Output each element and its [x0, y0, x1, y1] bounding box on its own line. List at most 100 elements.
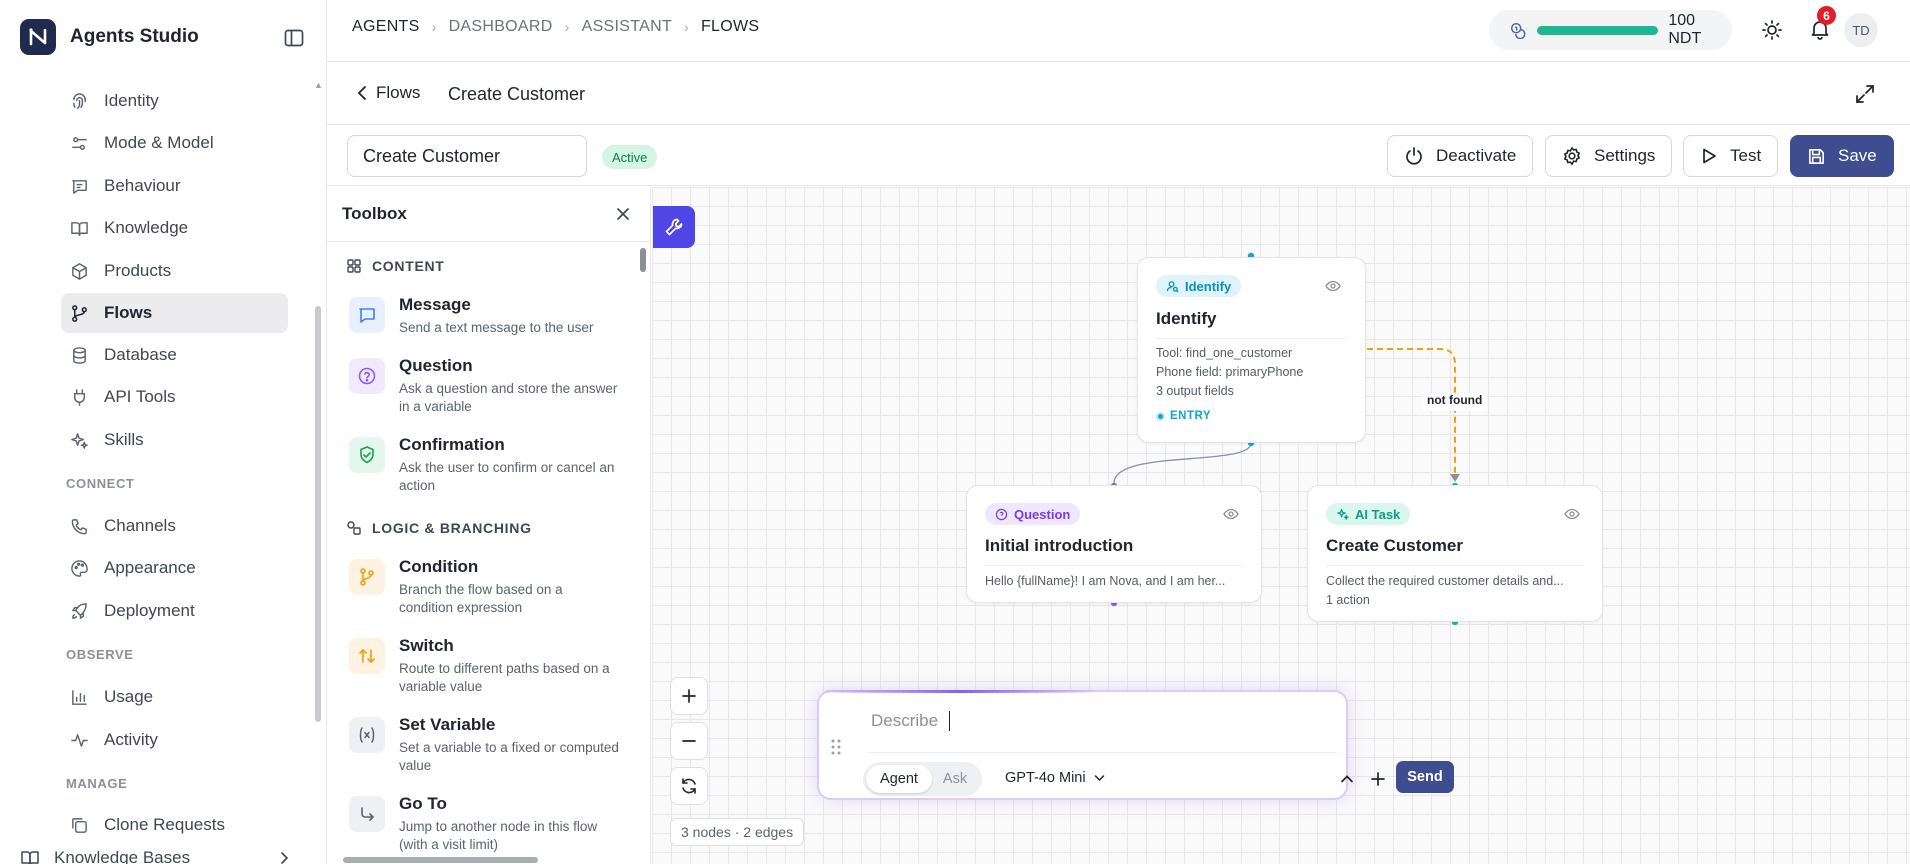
node-message-preview: Hello {fullName}! I am Nova, and I am he… [985, 574, 1226, 588]
chevron-up-icon[interactable] [1339, 771, 1355, 787]
sidebar-item-label: Flows [104, 303, 153, 322]
database-icon [70, 346, 89, 365]
breadcrumb-item-dashboard[interactable]: DASHBOARD [449, 18, 553, 36]
flow-canvas[interactable]: not found Identify Identify Tool: find_o… [652, 187, 1910, 864]
send-button[interactable]: Send [1396, 761, 1454, 793]
mode-ask-option[interactable]: Ask [932, 765, 978, 793]
fullscreen-expand-icon[interactable] [1854, 83, 1876, 105]
model-select[interactable]: GPT-4o Mini [1005, 770, 1105, 786]
credit-balance[interactable]: 100 NDT [1489, 10, 1732, 50]
toolbox-item-condition[interactable]: Condition Branch the flow based on a cond… [349, 557, 619, 617]
credit-amount: 100 NDT [1668, 12, 1702, 47]
flow-name-input[interactable] [347, 135, 587, 177]
toolbox-header: Toolbox [327, 186, 650, 242]
message-square-icon [349, 297, 385, 333]
sidebar-item-identity[interactable]: Identity [61, 81, 288, 121]
power-icon [1404, 146, 1424, 166]
drag-handle-icon[interactable] [830, 738, 842, 756]
node-prompt-preview: Collect the required customer details an… [1326, 574, 1564, 588]
node-title: Initial introduction [985, 536, 1134, 555]
breadcrumb-item-agents[interactable]: AGENTS [352, 18, 420, 36]
mode-toggle: Agent Ask [863, 762, 982, 796]
test-button[interactable]: Test [1683, 135, 1779, 177]
user-avatar[interactable]: TD [1844, 13, 1878, 47]
mode-agent-option[interactable]: Agent [866, 765, 932, 793]
toolbox-item-set-variable[interactable]: Set Variable Set a variable to a fixed or… [349, 715, 619, 775]
toolbox-item-name: Go To [399, 794, 447, 813]
phone-icon [70, 517, 89, 536]
sidebar-item-clone-requests[interactable]: Clone Requests [61, 805, 288, 845]
node-badge-label: Question [1014, 506, 1071, 522]
breadcrumb-separator-icon: › [684, 19, 689, 35]
eye-icon[interactable] [1564, 508, 1580, 520]
composer-glow [825, 690, 1095, 693]
sidebar-item-products[interactable]: Products [61, 251, 288, 291]
toolbox-scrollbar[interactable] [640, 248, 646, 272]
toolbox-item-switch[interactable]: Switch Route to different paths based on … [349, 636, 619, 696]
user-search-icon [1166, 280, 1179, 293]
flow-subheader: Flows Create Customer [327, 63, 1910, 125]
toolbox-item-confirmation[interactable]: Confirmation Ask the user to confirm or c… [349, 435, 619, 495]
fit-view-button[interactable] [670, 767, 708, 805]
toolbox-item-question[interactable]: Question Ask a question and store the ans… [349, 356, 619, 416]
chevron-right-icon [278, 851, 290, 864]
close-icon[interactable] [614, 205, 632, 223]
node-ai-task[interactable]: AI Task Create Customer Collect the requ… [1307, 485, 1603, 622]
sidebar-item-knowledge[interactable]: Knowledge [61, 208, 288, 248]
node-question[interactable]: Question Initial introduction Hello {ful… [966, 485, 1262, 603]
breadcrumb-item-assistant[interactable]: ASSISTANT [582, 18, 672, 36]
describe-input[interactable] [871, 706, 1311, 736]
brand[interactable]: Agents Studio [20, 19, 199, 55]
toolbox-item-name: Confirmation [399, 435, 505, 454]
toolbox-horizontal-scrollbar[interactable] [343, 857, 538, 863]
toolbox-item-desc: Jump to another node in this flow (with … [399, 819, 598, 852]
entry-dot-icon [1156, 411, 1165, 421]
message-icon [70, 177, 89, 196]
node-type-badge: Identify [1156, 275, 1242, 297]
sidebar-item-deployment[interactable]: Deployment [61, 591, 288, 631]
toolbox-section-logic: LOGIC & BRANCHING [346, 520, 532, 536]
minus-icon [681, 733, 697, 749]
theme-toggle-sun-icon[interactable] [1760, 18, 1784, 42]
back-to-flows-link[interactable]: Flows [357, 83, 420, 103]
palette-icon [70, 559, 89, 578]
eye-icon[interactable] [1223, 508, 1239, 520]
sidebar-scroll-up-icon[interactable]: ▲ [314, 80, 323, 90]
toolbox-section-content: CONTENT [346, 258, 445, 274]
deactivate-button[interactable]: Deactivate [1387, 135, 1534, 177]
sidebar-toggle-icon[interactable] [283, 27, 305, 49]
toolbox-item-name: Switch [399, 636, 454, 655]
refresh-icon [680, 777, 698, 795]
plus-icon[interactable] [1370, 771, 1386, 787]
sidebar-item-label: Appearance [104, 558, 196, 577]
sidebar-item-mode-model[interactable]: Mode & Model [61, 123, 288, 163]
text-caret [949, 711, 950, 731]
sidebar-item-channels[interactable]: Channels [61, 506, 288, 546]
sidebar-item-activity[interactable]: Activity [61, 720, 288, 760]
sidebar-item-behaviour[interactable]: Behaviour [61, 166, 288, 206]
breadcrumb: AGENTS › DASHBOARD › ASSISTANT › FLOWS [352, 18, 759, 36]
bar-chart-icon [70, 688, 89, 707]
toolbox-item-go-to[interactable]: Go To Jump to another node in this flow (… [349, 794, 619, 854]
toolbox-item-desc: Set a variable to a fixed or computed va… [399, 740, 619, 773]
sidebar-scrollbar[interactable] [315, 306, 321, 722]
settings-button[interactable]: Settings [1545, 135, 1673, 177]
sidebar-item-database[interactable]: Database [61, 335, 288, 375]
zoom-in-button[interactable] [670, 677, 708, 715]
node-identify[interactable]: Identify Identify Tool: find_one_custome… [1137, 257, 1366, 443]
sidebar-item-appearance[interactable]: Appearance [61, 548, 288, 588]
sidebar-item-flows[interactable]: Flows [61, 293, 288, 333]
sidebar-item-api-tools[interactable]: API Tools [61, 377, 288, 417]
sidebar-item-skills[interactable]: Skills [61, 420, 288, 460]
sidebar-item-usage[interactable]: Usage [61, 677, 288, 717]
gear-icon [1562, 146, 1582, 166]
sidebar-section-connect: CONNECT [66, 476, 135, 491]
save-button[interactable]: Save [1790, 135, 1894, 177]
breadcrumb-separator-icon: › [431, 19, 437, 35]
sidebar-item-knowledge-bases[interactable]: Knowledge Bases [20, 848, 290, 864]
zoom-out-button[interactable] [670, 722, 708, 760]
toolbox-item-message[interactable]: Message Send a text message to the user [349, 295, 619, 337]
eye-icon[interactable] [1325, 280, 1341, 292]
sidebar-item-label: Skills [104, 430, 144, 449]
credit-progress-bar [1537, 25, 1659, 35]
